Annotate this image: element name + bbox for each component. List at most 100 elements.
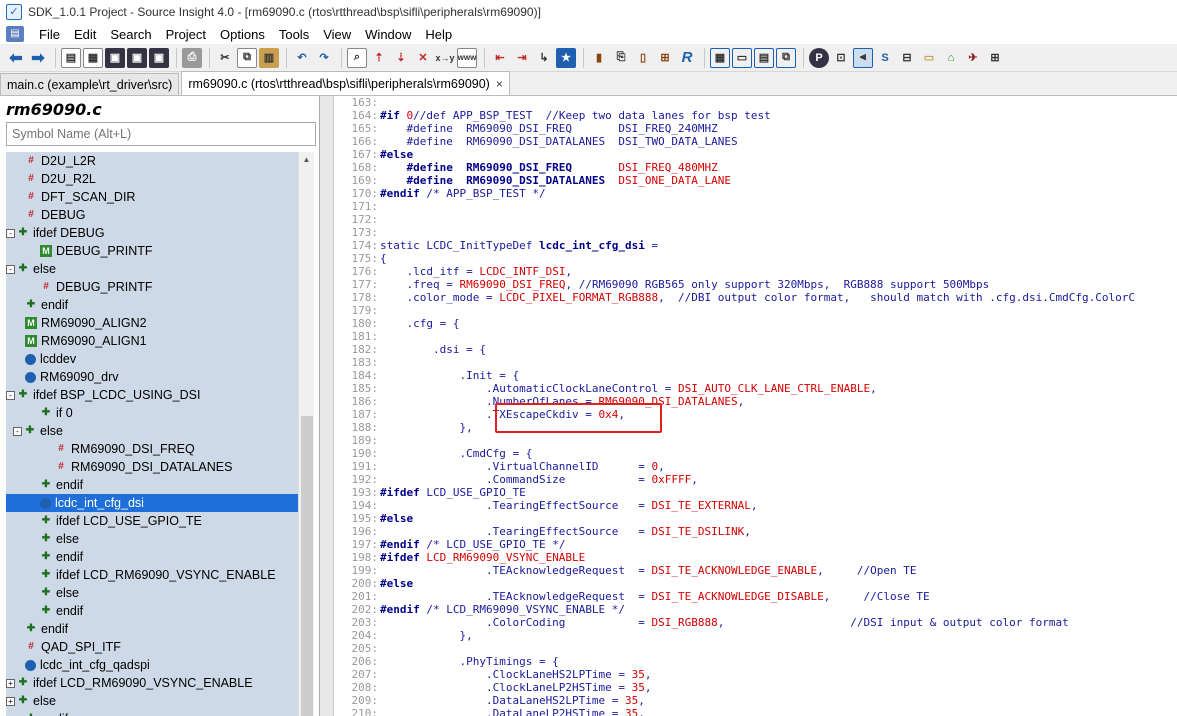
symbol-item[interactable]: ✚endif [6,710,298,716]
cut-icon[interactable]: ✂ [215,48,235,68]
symbol-item[interactable]: ✚endif [6,548,298,566]
search-up-icon[interactable]: ⇡ [369,48,389,68]
code-line[interactable]: 192: .CommandSize = 0xFFFF, [336,473,1177,486]
collapse-icon[interactable]: - [13,426,22,436]
code-line[interactable]: 210: .DataLaneLP2HSTime = 35, [336,707,1177,716]
code-line[interactable]: 206: .PhyTimings = { [336,655,1177,668]
code-line[interactable]: 199: .TEAcknowledgeRequest = DSI_TE_ACKN… [336,564,1177,577]
house-icon[interactable]: ⌂ [941,48,961,68]
code-line[interactable]: 177: .freq = RM69090_DSI_FREQ, //RM69090… [336,278,1177,291]
code-line[interactable]: 198: #ifdef LCD_RM69090_VSYNC_ENABLE [336,551,1177,564]
code-line[interactable]: 207: .ClockLaneHS2LPTime = 35, [336,668,1177,681]
symbol-item[interactable]: RM69090_drv [6,368,298,386]
symbol-item[interactable]: ✚endif [6,602,298,620]
code-line[interactable]: 163: [336,96,1177,109]
menu-tools[interactable]: Tools [272,27,316,42]
code-line[interactable]: 187: .TXEscapeCkdiv = 0x4, [336,408,1177,421]
layout-3-icon[interactable]: ▤ [754,47,774,68]
code-line[interactable]: 190: .CmdCfg = { [336,447,1177,460]
code-line[interactable]: 180: .cfg = { [336,317,1177,330]
window-menu-icon[interactable]: ▤ [6,26,24,42]
symbol-item[interactable]: ✚ else [6,584,298,602]
code-line[interactable]: 176: .lcd_itf = LCDC_INTF_DSI, [336,265,1177,278]
symbol-item[interactable]: ✚ if 0 [6,404,298,422]
code-area[interactable]: 163: 164: #if 0//def APP_BSP_TEST //Keep t… [336,96,1177,716]
symbol-item[interactable]: ✚ ifdef LCD_USE_GPIO_TE [6,512,298,530]
open-file-icon[interactable]: ▦ [83,47,103,68]
symbol-item[interactable]: M RM69090_ALIGN2 [6,314,298,332]
expand-icon[interactable]: + [6,678,15,688]
paste-icon[interactable]: ▥ [259,47,279,68]
symbol-item[interactable]: # RM69090_DSI_FREQ [6,440,298,458]
new-file-icon[interactable]: ▤ [61,47,81,68]
code-line[interactable]: 193: #ifdef LCD_USE_GPIO_TE [336,486,1177,499]
code-editor[interactable]: 163: 164: #if 0//def APP_BSP_TEST //Keep t… [320,96,1177,716]
code-line[interactable]: 194: .TearingEffectSource = DSI_TE_EXTER… [336,499,1177,512]
code-line[interactable]: 183: [336,356,1177,369]
code-line[interactable]: 196: .TearingEffectSource = DSI_TE_DSILI… [336,525,1177,538]
symbol-list-icon[interactable]: ⫷ [853,47,873,68]
symbol-list[interactable]: # D2U_L2R # D2U_R2L # DFT_SCAN_DIR # DEBUG - ✚ ifd… [6,152,298,716]
code-line[interactable]: 164: #if 0//def APP_BSP_TEST //Keep two d… [336,109,1177,122]
menu-search[interactable]: Search [103,27,158,42]
code-line[interactable]: 181: [336,330,1177,343]
bookmark-prev-icon[interactable]: ⇤ [490,48,510,68]
code-line[interactable]: 174: static LCDC_InitTypeDef lcdc_int_cfg… [336,239,1177,252]
symbol-item[interactable]: # DEBUG_PRINTF [6,278,298,296]
code-line[interactable]: 185: .AutomaticClockLaneControl = DSI_AU… [336,382,1177,395]
clear-highlights-icon[interactable]: ✕ [413,48,433,68]
save-icon[interactable]: ▣ [105,47,125,68]
scroll-up-icon[interactable]: ▲ [299,152,314,168]
close-icon[interactable]: × [496,77,503,91]
code-line[interactable]: 200: #else [336,577,1177,590]
layout-4-icon[interactable]: ⧉ [776,47,796,68]
search-files-icon[interactable]: www [457,47,477,68]
code-line[interactable]: 195: #else [336,512,1177,525]
project-window-icon[interactable]: P [809,47,829,68]
symbol-item[interactable]: - ✚ else [6,422,298,440]
undo-icon[interactable]: ↶ [292,48,312,68]
collapse-icon[interactable]: - [6,264,15,274]
code-line[interactable]: 178: .color_mode = LCDC_PIXEL_FORMAT_RGB… [336,291,1177,304]
symbol-item[interactable]: + ✚ else [6,692,298,710]
menu-window[interactable]: Window [358,27,418,42]
symbol-item[interactable]: # D2U_R2L [6,170,298,188]
symbol-item[interactable]: ✚endif [6,296,298,314]
code-line[interactable]: 204: }, [336,629,1177,642]
forward-arrow-icon[interactable]: ➡ [28,48,48,68]
collapse-icon[interactable]: - [6,228,15,238]
code-line[interactable]: 205: [336,642,1177,655]
save-all-icon[interactable]: ▣ [127,47,147,68]
symbol-item[interactable]: # DEBUG [6,206,298,224]
code-line[interactable]: 169: #define RM69090_DSI_DATALANES DSI_O… [336,174,1177,187]
code-line[interactable]: 167: #else [336,148,1177,161]
copy-icon[interactable]: ⧉ [237,47,257,68]
menu-help[interactable]: Help [418,27,459,42]
collapse-icon[interactable]: - [6,390,15,400]
symbol-window-icon[interactable]: ▮ [589,48,609,68]
clip-window-icon[interactable]: ⊟ [897,48,917,68]
grid-icon[interactable]: ⊞ [985,48,1005,68]
code-line[interactable]: 165: #define RM69090_DSI_FREQ DSI_FREQ_2… [336,122,1177,135]
code-line[interactable]: 179: [336,304,1177,317]
close-file-icon[interactable]: ▣ [149,47,169,68]
tab-main-c[interactable]: main.c (example\rt_driver\src) [0,73,180,95]
code-line[interactable]: 175:{ [336,252,1177,265]
symbol-item[interactable]: lcdc_int_cfg_dsi [6,494,298,512]
jump-icon[interactable]: ↳ [534,48,554,68]
symbol-item[interactable]: + ✚ ifdef LCD_RM69090_VSYNC_ENABLE [6,674,298,692]
symbol-item[interactable]: # QAD_SPI_ITF [6,638,298,656]
menu-edit[interactable]: Edit [67,27,103,42]
code-line[interactable]: 171: [336,200,1177,213]
symbol-item[interactable]: ✚endif [6,620,298,638]
menu-project[interactable]: Project [159,27,213,42]
symbol-list-scrollbar[interactable]: ▲ [298,152,314,716]
symbol-item[interactable]: - ✚ else [6,260,298,278]
symbol-item[interactable]: - ✚ ifdef DEBUG [6,224,298,242]
book-icon[interactable]: ▯ [633,48,653,68]
code-line[interactable]: 182: .dsi = { [336,343,1177,356]
code-line[interactable]: 170: #endif /* APP_BSP_TEST */ [336,187,1177,200]
layout-1-icon[interactable]: ▦ [710,47,730,68]
menu-file[interactable]: File [32,27,67,42]
redo-icon[interactable]: ↷ [314,48,334,68]
